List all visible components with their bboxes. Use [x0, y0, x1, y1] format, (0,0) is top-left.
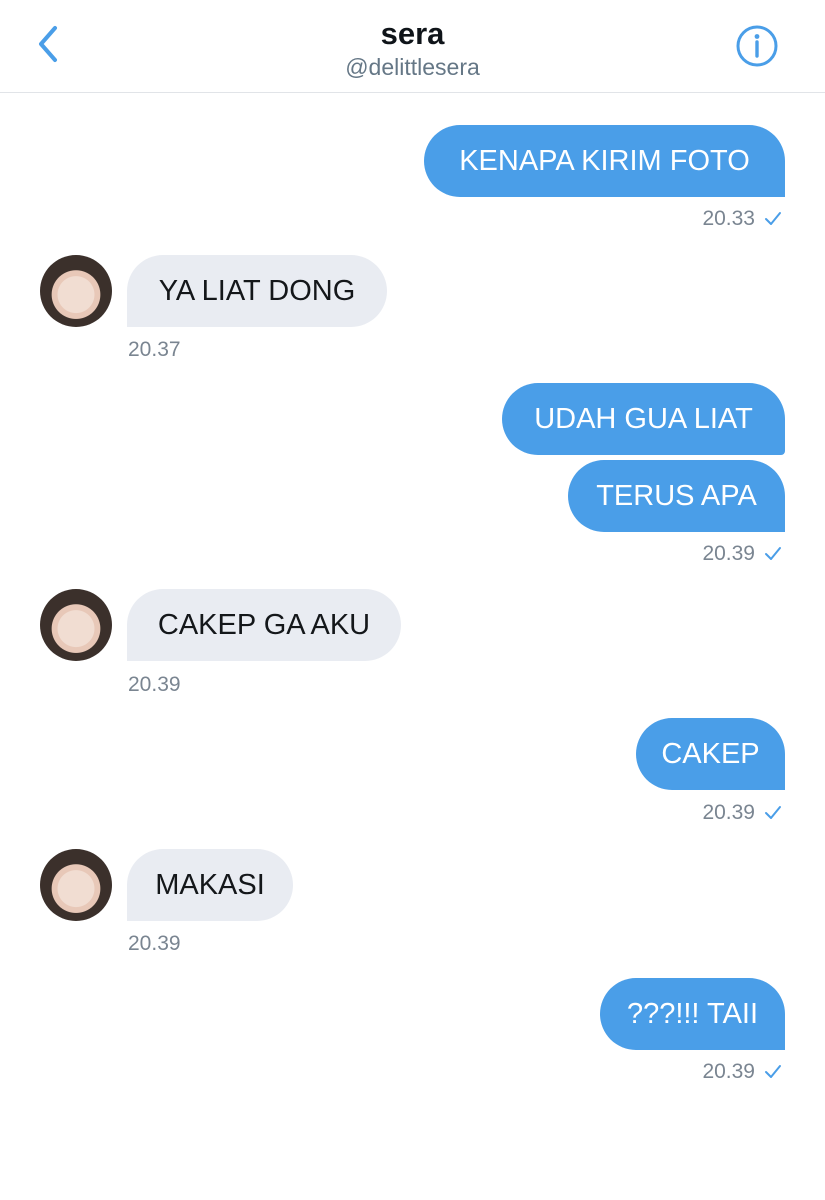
avatar[interactable] — [40, 255, 112, 327]
message-timestamp: 20.37 — [128, 338, 181, 361]
message-timestamp: 20.39 — [702, 801, 755, 824]
conversation-header: sera @delittlesera — [0, 0, 825, 93]
checkmark-icon — [763, 545, 783, 563]
avatar[interactable] — [40, 849, 112, 921]
message-meta: 20.39 — [702, 801, 783, 825]
message-bubble-outgoing[interactable]: KENAPA KIRIM FOTO — [424, 125, 785, 197]
checkmark-icon — [763, 804, 783, 822]
message-timestamp: 20.39 — [702, 1060, 755, 1083]
message-bubble-incoming[interactable]: MAKASI — [127, 849, 293, 921]
message-meta: 20.33 — [702, 207, 783, 231]
dm-conversation: sera @delittlesera KENAPA KIRIM FOTO 20.… — [0, 0, 825, 1200]
message-timestamp: 20.39 — [702, 542, 755, 565]
checkmark-icon — [763, 1063, 783, 1081]
info-button[interactable] — [733, 24, 781, 72]
checkmark-icon — [763, 210, 783, 228]
message-bubble-incoming[interactable]: CAKEP GA AKU — [127, 589, 401, 661]
message-timestamp: 20.39 — [128, 932, 181, 955]
message-bubble-outgoing[interactable]: ???!!! TAII — [600, 978, 785, 1050]
message-bubble-outgoing[interactable]: CAKEP — [636, 718, 785, 790]
message-timestamp: 20.33 — [702, 207, 755, 230]
conversation-handle: @delittlesera — [345, 54, 480, 80]
avatar[interactable] — [40, 589, 112, 661]
message-meta: 20.39 — [702, 1060, 783, 1084]
message-timestamp: 20.39 — [128, 673, 181, 696]
info-icon — [735, 24, 779, 73]
message-meta: 20.39 — [702, 542, 783, 566]
conversation-title: sera — [380, 16, 445, 51]
message-bubble-outgoing[interactable]: UDAH GUA LIAT — [502, 383, 785, 455]
message-bubble-outgoing[interactable]: TERUS APA — [568, 460, 785, 532]
message-bubble-incoming[interactable]: YA LIAT DONG — [127, 255, 387, 327]
